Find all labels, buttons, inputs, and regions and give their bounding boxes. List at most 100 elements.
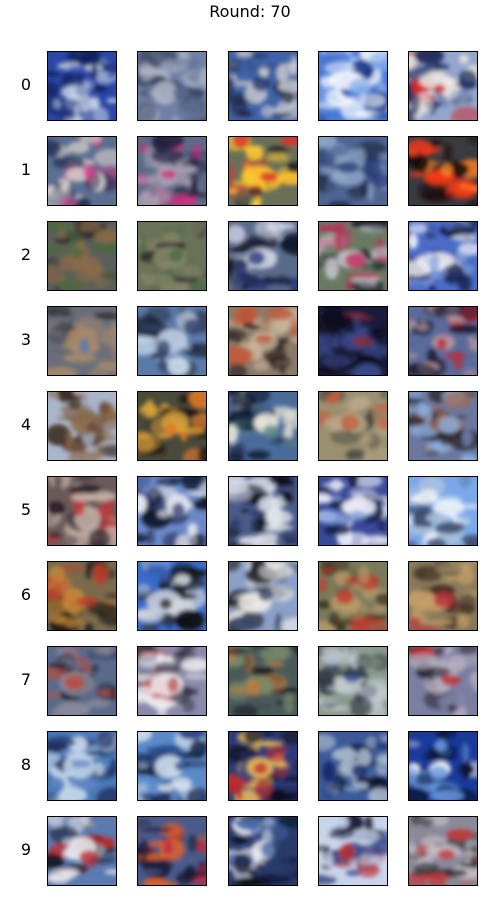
- sample-image: [138, 817, 206, 885]
- sample-image: [229, 647, 297, 715]
- row-label-5: 5: [20, 500, 32, 519]
- sample-image: [409, 137, 477, 205]
- sample-image: [409, 222, 477, 290]
- sample-image: [48, 647, 116, 715]
- figure: Round: 70 0 1 2 3 4 5 6 7 8 9: [0, 0, 500, 900]
- generated-sample: [228, 561, 298, 631]
- sample-image: [409, 307, 477, 375]
- generated-sample: [47, 306, 117, 376]
- sample-image: [229, 562, 297, 630]
- sample-image: [48, 477, 116, 545]
- generated-sample: [408, 391, 478, 461]
- generated-sample: [137, 731, 207, 801]
- generated-sample: [408, 51, 478, 121]
- generated-sample: [408, 221, 478, 291]
- sample-image: [138, 307, 206, 375]
- sample-image: [48, 307, 116, 375]
- sample-image: [409, 817, 477, 885]
- generated-sample: [47, 561, 117, 631]
- generated-sample: [137, 816, 207, 886]
- sample-image: [319, 477, 387, 545]
- sample-image: [319, 137, 387, 205]
- row-label-3: 3: [20, 330, 32, 349]
- sample-image: [409, 392, 477, 460]
- generated-sample: [137, 221, 207, 291]
- generated-sample: [137, 646, 207, 716]
- sample-image: [319, 817, 387, 885]
- sample-image: [138, 732, 206, 800]
- sample-image: [409, 732, 477, 800]
- sample-image: [48, 732, 116, 800]
- sample-image: [319, 562, 387, 630]
- generated-sample: [47, 391, 117, 461]
- generated-sample: [318, 561, 388, 631]
- generated-sample: [137, 51, 207, 121]
- generated-sample: [137, 561, 207, 631]
- generated-sample: [408, 646, 478, 716]
- generated-sample: [47, 731, 117, 801]
- sample-image: [229, 817, 297, 885]
- generated-sample: [228, 731, 298, 801]
- generated-sample: [318, 221, 388, 291]
- generated-sample: [408, 306, 478, 376]
- generated-sample: [408, 731, 478, 801]
- generated-sample: [228, 476, 298, 546]
- generated-sample: [228, 306, 298, 376]
- generated-sample: [318, 646, 388, 716]
- generated-sample: [408, 476, 478, 546]
- sample-image: [409, 647, 477, 715]
- sample-image: [48, 562, 116, 630]
- generated-sample: [408, 561, 478, 631]
- sample-image: [319, 732, 387, 800]
- generated-sample: [408, 816, 478, 886]
- generated-sample: [318, 731, 388, 801]
- sample-image: [229, 222, 297, 290]
- generated-sample: [228, 221, 298, 291]
- sample-image: [319, 392, 387, 460]
- sample-image: [229, 307, 297, 375]
- generated-sample: [228, 646, 298, 716]
- row-label-2: 2: [20, 245, 32, 264]
- sample-image: [48, 137, 116, 205]
- sample-image: [138, 52, 206, 120]
- sample-image: [229, 137, 297, 205]
- sample-image: [138, 647, 206, 715]
- sample-image: [409, 562, 477, 630]
- sample-image: [138, 392, 206, 460]
- generated-sample: [47, 816, 117, 886]
- figure-title: Round: 70: [209, 2, 291, 21]
- generated-sample: [318, 306, 388, 376]
- sample-image: [138, 222, 206, 290]
- row-label-1: 1: [20, 160, 32, 179]
- generated-sample: [318, 391, 388, 461]
- generated-sample: [137, 136, 207, 206]
- row-label-9: 9: [20, 840, 32, 859]
- row-label-6: 6: [20, 585, 32, 604]
- sample-image: [229, 477, 297, 545]
- generated-sample: [228, 136, 298, 206]
- row-label-0: 0: [20, 75, 32, 94]
- sample-image: [319, 647, 387, 715]
- sample-image: [48, 52, 116, 120]
- generated-sample: [137, 306, 207, 376]
- generated-sample: [318, 816, 388, 886]
- generated-sample: [137, 391, 207, 461]
- generated-sample: [228, 816, 298, 886]
- generated-sample: [47, 476, 117, 546]
- row-label-4: 4: [20, 415, 32, 434]
- generated-sample: [228, 391, 298, 461]
- sample-image: [319, 307, 387, 375]
- sample-image: [229, 392, 297, 460]
- generated-sample: [47, 136, 117, 206]
- generated-sample: [318, 136, 388, 206]
- generated-sample: [47, 646, 117, 716]
- generated-sample: [228, 51, 298, 121]
- row-label-8: 8: [20, 755, 32, 774]
- generated-sample: [318, 476, 388, 546]
- generated-sample: [47, 221, 117, 291]
- generated-sample: [318, 51, 388, 121]
- sample-image: [138, 137, 206, 205]
- sample-image: [409, 52, 477, 120]
- row-label-7: 7: [20, 670, 32, 689]
- sample-image: [229, 52, 297, 120]
